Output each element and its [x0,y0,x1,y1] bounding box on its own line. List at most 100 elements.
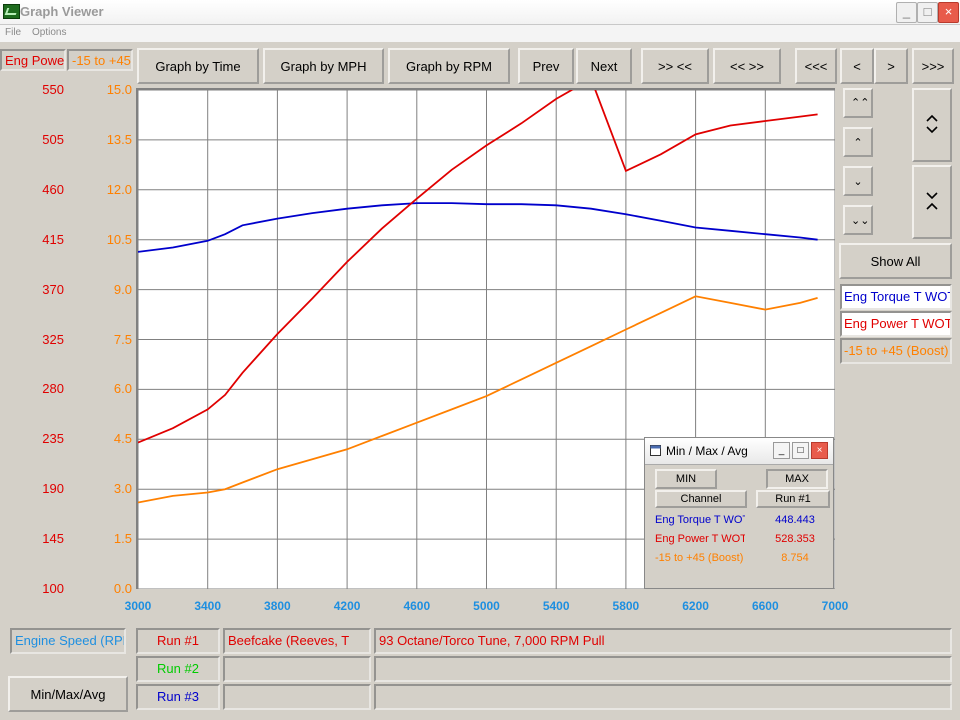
next-button[interactable]: Next [576,48,632,84]
legend-torque[interactable]: Eng Torque T WOT [840,284,952,310]
legend-boost[interactable]: -15 to +45 (Boost) [840,338,952,364]
boost-axis-tick-label: 12.0 [106,181,132,197]
close-button[interactable]: × [938,2,959,23]
graph-by-rpm-button[interactable]: Graph by RPM [388,48,510,84]
run-column-header: Run #1 [756,490,830,508]
minmax-row-name: Eng Torque T WOT [655,514,745,526]
x-axis-tick-label: 4600 [403,599,431,613]
collapse-vertical-button[interactable] [912,165,952,239]
boost-axis-tick-label: 10.5 [106,231,132,247]
boost-axis-tick-label: 15.0 [106,82,132,97]
scroll-up-button[interactable]: ⌃ [843,127,873,157]
x-axis-tick-label: 3000 [124,599,152,613]
menu-file[interactable]: File [5,27,21,38]
x-axis-tick-label: 3800 [264,599,291,613]
scroll-up-fast-button[interactable]: ⌃⌃ [843,88,873,118]
zoom-out-button[interactable]: << >> [713,48,781,84]
scroll-down-button[interactable]: ⌄ [843,166,873,196]
scroll-right-button[interactable]: > [874,48,908,84]
minmax-row-value: 528.353 [775,533,815,545]
minimize-button[interactable]: _ [896,2,917,23]
minmax-maximize-button[interactable]: □ [792,442,809,459]
left-axis-tick-label: 235 [42,431,64,447]
left-axis-tick-label: 505 [42,131,64,147]
zoom-in-button[interactable]: >> << [641,48,709,84]
boost-axis-tick-label: 0.0 [113,581,132,596]
legend-power[interactable]: Eng Power T WOT [840,311,952,337]
left-axis-tick-label: 145 [42,531,64,547]
up-icon: ⌃ [853,136,863,149]
minmax-window: Min / Max / Avg _ □ × MIN MAX Channel Ru… [644,437,834,589]
run-1-description: 93 Octane/Torco Tune, 7,000 RPM Pull [374,628,952,654]
x-axis-tick-label: 5800 [612,599,640,613]
x-axis-tick-label: 3400 [194,599,222,613]
collapse-vertical-icon [926,191,938,210]
max-tab[interactable]: MAX [766,469,828,489]
run-3-description [374,684,952,710]
channel-column-header: Channel [655,490,747,508]
left-axis-tick-label: 325 [42,331,64,347]
right-axis-channel-field[interactable]: -15 to +45 (Boost) [67,49,133,71]
x-axis-tick-label: 6600 [751,599,779,613]
menu-options[interactable]: Options [32,27,66,38]
minmax-close-button[interactable]: × [811,442,828,459]
title-bar: Graph Viewer _ □ × [0,0,960,25]
run-3-label[interactable]: Run #3 [136,684,220,710]
expand-vertical-icon [926,114,938,133]
run-3-vehicle [223,684,371,710]
run-1-label[interactable]: Run #1 [136,628,220,654]
run-2-description [374,656,952,682]
minmax-row-value: 8.754 [781,552,809,564]
left-axis-tick-label: 460 [42,181,64,197]
minmax-minimize-button[interactable]: _ [773,442,790,459]
min-max-avg-button[interactable]: Min/Max/Avg [8,676,128,712]
x-axis-tick-label: 5400 [542,599,570,613]
left-axis-channel-field[interactable]: Eng Power T WOT [0,49,66,71]
minmax-row-name: -15 to +45 (Boost) [655,552,744,564]
boost-axis-tick-label: 6.0 [113,381,132,397]
torque-series-line [138,202,818,253]
show-all-button[interactable]: Show All [839,243,952,279]
x-axis-channel-field[interactable]: Engine Speed (RPM) [10,628,126,654]
run-2-vehicle [223,656,371,682]
scroll-down-fast-button[interactable]: ⌄⌄ [843,205,873,235]
left-axis-tick-label: 280 [42,381,64,397]
boost-axis-tick-label: 4.5 [113,431,132,447]
left-axis-tick-label: 370 [42,281,64,297]
minmax-titlebar[interactable]: Min / Max / Avg _ □ × [645,438,833,465]
minmax-title: Min / Max / Avg [666,444,748,458]
graph-by-time-button[interactable]: Graph by Time [137,48,259,84]
left-axis-tick-label: 190 [42,481,64,497]
minmax-row-value: 448.443 [775,514,815,526]
menu-bar: File Options [0,25,960,42]
app-icon [3,4,20,19]
scroll-left-button[interactable]: < [840,48,874,84]
scroll-first-button[interactable]: <<< [795,48,837,84]
maximize-button[interactable]: □ [917,2,938,23]
x-axis-tick-label: 4200 [333,599,361,613]
scroll-last-button[interactable]: >>> [912,48,954,84]
left-axis-tick-label: 550 [42,82,64,97]
down-icon: ⌄ [853,175,863,188]
x-axis-tick-label: 5000 [473,599,500,613]
double-up-icon: ⌃⌃ [851,97,870,109]
window-icon [650,445,661,456]
x-axis-tick-label: 6200 [682,599,709,613]
boost-axis-tick-label: 1.5 [113,531,132,547]
run-2-label[interactable]: Run #2 [136,656,220,682]
boost-axis-tick-label: 13.5 [106,131,132,147]
boost-axis-tick-label: 7.5 [113,331,132,347]
left-axis-tick-label: 100 [42,581,64,596]
left-axis-tick-label: 415 [42,231,64,247]
boost-axis-tick-label: 3.0 [113,481,132,497]
run-1-vehicle: Beefcake (Reeves, T [223,628,371,654]
graph-by-mph-button[interactable]: Graph by MPH [263,48,384,84]
double-down-icon: ⌄⌄ [851,214,870,227]
boost-axis-tick-label: 9.0 [113,281,132,297]
prev-button[interactable]: Prev [518,48,574,84]
window-title: Graph Viewer [20,4,104,19]
expand-vertical-button[interactable] [912,88,952,162]
min-tab[interactable]: MIN [655,469,717,489]
x-axis-tick-label: 7000 [821,599,849,613]
minmax-row-name: Eng Power T WOT [655,533,745,545]
